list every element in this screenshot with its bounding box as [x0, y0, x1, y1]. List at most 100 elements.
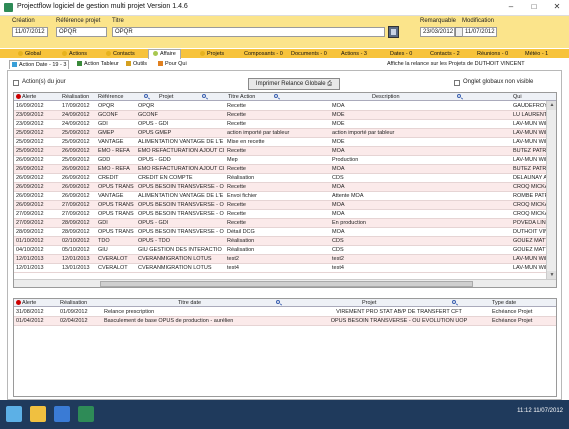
minimize-button[interactable]: – [500, 1, 522, 13]
description-cell: MOE [332, 112, 345, 118]
print-global-button[interactable]: Imprimer Relance Globale ⎙ [248, 78, 340, 90]
tab-contacts-count[interactable]: Contacts - 2 [430, 50, 460, 58]
header-qui[interactable]: Qui [513, 93, 547, 101]
table-row[interactable]: 26/09/2012 26/09/2012 CREDIT CREDIT EN COMP… [14, 174, 547, 183]
subtab-pour-qui[interactable]: Pour Qui [156, 60, 189, 69]
project-cell: GIU GESTION DES INTERACTIO [138, 247, 222, 253]
header-alerte[interactable]: Alerte [16, 299, 56, 307]
table-row[interactable]: 26/09/2012 27/09/2012 OPUS TRANS OPUS BESOI… [14, 201, 547, 210]
start-icon[interactable] [6, 406, 22, 422]
tab-affaire[interactable]: Affaire [148, 49, 181, 59]
realisation-cell: 01/09/2012 [60, 309, 88, 315]
reference-cell: EMO - REFA [98, 166, 130, 172]
search-icon[interactable] [144, 94, 148, 98]
table-row[interactable]: 23/09/2012 24/09/2012 GCONF GCONF Recette MOE… [14, 111, 547, 120]
header-description[interactable]: Description [372, 93, 422, 101]
table-row[interactable]: 04/10/2012 05/10/2012 GIU GIU GESTION DES I… [14, 246, 547, 255]
description-cell: En production [332, 220, 366, 226]
tab-actions[interactable]: Actions [62, 50, 87, 58]
reference-cell: CVERALOT [98, 256, 128, 262]
realisation-cell: 26/09/2012 [62, 166, 90, 172]
title-field[interactable]: OPQR [112, 27, 385, 37]
subtab-action-date[interactable]: Action Date - 19 - 3 [9, 60, 70, 69]
realisation-cell: 28/09/2012 [62, 229, 90, 235]
search-icon[interactable] [452, 300, 456, 304]
tab-actions-count[interactable]: Actions - 3 [341, 50, 367, 58]
header-type-date[interactable]: Type date [492, 299, 542, 307]
browser-icon[interactable] [54, 406, 70, 422]
notes-icon[interactable] [388, 26, 399, 38]
table-row[interactable]: 31/08/2012 01/09/2012 Relance prescription… [14, 308, 556, 317]
table-row[interactable]: 01/04/2012 02/04/2012 Basculement de base … [14, 317, 556, 326]
scroll-up-icon[interactable]: ▲ [547, 101, 556, 110]
tab-global[interactable]: Global [18, 50, 41, 58]
tab-reunions[interactable]: Réunions - 0 [477, 50, 508, 58]
search-icon[interactable] [274, 94, 278, 98]
table-header: Alerte Réalisation Référence Projet Titr… [14, 93, 556, 101]
modification-date-field[interactable]: 11/07/2012 [462, 27, 497, 37]
search-icon[interactable] [276, 300, 280, 304]
tab-composants[interactable]: Composants - 0 [244, 50, 283, 58]
title-cell: Recette [227, 103, 246, 109]
table-row[interactable]: 25/09/2012 25/09/2012 GMEP OPUS GMEP action … [14, 129, 547, 138]
table-row[interactable]: 01/10/2012 02/10/2012 TDO OPUS - TDO Réalisa… [14, 237, 547, 246]
relance-note: Affiche la relance sur les Projets de DU… [387, 61, 525, 67]
table-row[interactable]: 16/09/2012 17/09/2012 OPQR OPQR Recette MOA GA… [14, 102, 547, 111]
global-tab-checkbox[interactable] [454, 80, 460, 86]
header-titre-date[interactable]: Titre date [178, 299, 228, 307]
horizontal-scrollbar[interactable] [14, 279, 556, 287]
project-cell: CREDIT EN COMPTE [138, 175, 193, 181]
header-projet[interactable]: Projet [362, 299, 402, 307]
folder-icon[interactable] [30, 406, 46, 422]
header-titre-action[interactable]: Titre Action [228, 93, 278, 101]
realisation-cell: 26/09/2012 [62, 193, 90, 199]
table-row[interactable]: 25/09/2012 25/09/2012 VANTAGE ALIMENTATION … [14, 138, 547, 147]
taskbar: 11:12 11/07/2012 [0, 400, 569, 429]
project-ref-field[interactable]: OPQR [56, 27, 107, 37]
remarkable-date-field[interactable]: 23/03/2012 [420, 27, 455, 37]
subtab-action-tableur[interactable]: Action Tableur [75, 60, 121, 69]
header-reference[interactable]: Référence [98, 93, 138, 101]
creation-date-field[interactable]: 11/07/2012 [12, 27, 48, 37]
description-cell: test4 [332, 265, 344, 271]
header-realisation[interactable]: Réalisation [60, 299, 100, 307]
tab-dates[interactable]: Dates - 0 [390, 50, 412, 58]
who-cell: BUTEZ PATRICK [513, 148, 547, 154]
title-cell: test4 [227, 265, 239, 271]
who-cell: LAV-MUN Willy [513, 139, 547, 145]
project-cell: OPUS BESOIN TRANSVERSE - OU EVOLUTION UO… [330, 318, 468, 324]
tab-meteo[interactable]: Météo - 1 [525, 50, 548, 58]
scrollbar-thumb[interactable] [100, 281, 473, 287]
table-row[interactable]: 26/09/2012 26/09/2012 OPUS TRANS OPUS BESOI… [14, 183, 547, 192]
table-row[interactable]: 28/09/2012 28/09/2012 OPUS TRANS OPUS BESOI… [14, 228, 547, 237]
maximize-button[interactable]: □ [523, 1, 545, 13]
table-row[interactable]: 27/09/2012 27/09/2012 OPUS TRANS OPUS BESOI… [14, 210, 547, 219]
subtab-outils[interactable]: Outils [124, 60, 149, 69]
header-realisation[interactable]: Réalisation [62, 93, 96, 101]
tab-documents[interactable]: Documents - 0 [291, 50, 327, 58]
table-row[interactable]: 23/09/2012 24/09/2012 GDI OPUS - GDI Recette… [14, 120, 547, 129]
table-row[interactable]: 27/09/2012 28/09/2012 GDI OPUS - GDI Recette… [14, 219, 547, 228]
table-row[interactable]: 12/01/2013 13/01/2013 CVERALOT CVERANMIGRAT… [14, 264, 547, 273]
app-icon[interactable] [78, 406, 94, 422]
table-row[interactable]: 26/09/2012 26/09/2012 EMO - REFA EMO REFACT… [14, 165, 547, 174]
tab-projets[interactable]: Projets [200, 50, 224, 58]
vertical-scrollbar[interactable]: ▲ ▼ [546, 101, 556, 280]
alert-cell: 31/08/2012 [16, 309, 44, 315]
table-row[interactable]: 25/09/2012 26/09/2012 EMO - REFA EMO REFACT… [14, 147, 547, 156]
table-row[interactable]: 12/01/2013 12/01/2013 CVERALOT CVERANMIGRAT… [14, 255, 547, 264]
table-row[interactable]: 26/09/2012 26/09/2012 VANTAGE ALIMENTATION … [14, 192, 547, 201]
reference-cell: OPUS TRANS [98, 229, 134, 235]
realisation-cell: 02/04/2012 [60, 318, 88, 324]
table-row[interactable]: 26/09/2012 25/09/2012 GDD OPUS - GDD Mep Prod… [14, 156, 547, 165]
title-cell: Réalisation [227, 175, 255, 181]
search-icon[interactable] [457, 94, 461, 98]
tab-contacts[interactable]: Contacts [106, 50, 135, 58]
alert-cell: 27/09/2012 [16, 220, 44, 226]
search-icon[interactable] [202, 94, 206, 98]
header-projet[interactable]: Projet [159, 93, 199, 101]
actions-today-checkbox[interactable] [13, 80, 19, 86]
close-button[interactable]: ✕ [546, 1, 568, 13]
header-alerte[interactable]: Alerte [16, 93, 66, 101]
reference-cell: GIU [98, 247, 108, 253]
